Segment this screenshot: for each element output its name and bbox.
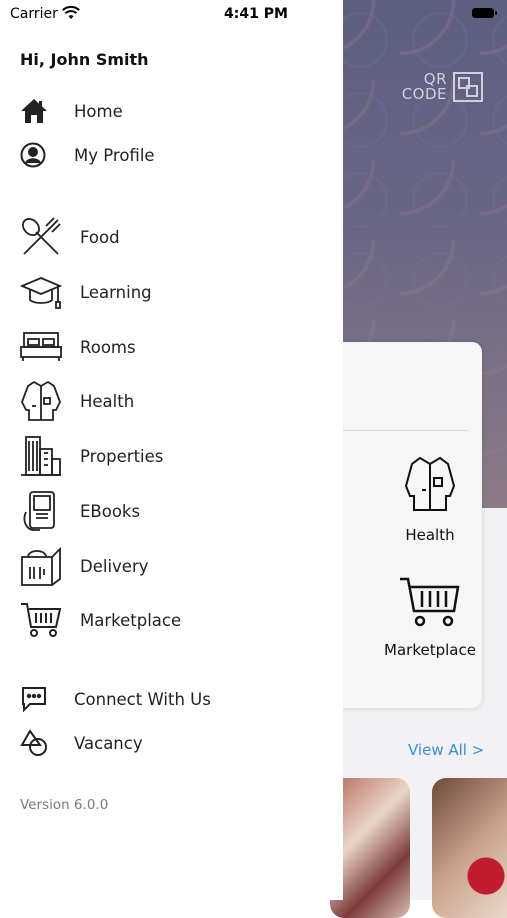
home-icon: [20, 93, 60, 129]
drawer-item-vacancy[interactable]: Vacancy: [20, 725, 143, 761]
drawer-item-connect-with-us[interactable]: Connect With Us: [20, 681, 211, 717]
side-drawer: Hi, John Smith Home My Profile Food Lear…: [0, 0, 343, 900]
health-coat-icon: [20, 379, 64, 423]
drawer-item-ebooks[interactable]: EBooks: [20, 491, 141, 531]
cart-icon: [20, 598, 64, 642]
drawer-item-marketplace[interactable]: Marketplace: [20, 602, 181, 638]
status-time: 4:41 PM: [224, 6, 288, 22]
drawer-item-label: Home: [74, 101, 123, 121]
user-greeting: Hi, John Smith: [20, 50, 149, 69]
drawer-item-health[interactable]: Health: [20, 380, 135, 421]
drawer-item-properties[interactable]: Properties: [20, 436, 164, 476]
drawer-item-label: Vacancy: [74, 733, 143, 753]
drawer-item-my-profile[interactable]: My Profile: [20, 137, 155, 173]
qr-icon: [453, 72, 483, 102]
cart-icon: [400, 577, 460, 627]
graduation-cap-icon: [19, 270, 64, 314]
profile-icon: [20, 137, 60, 173]
shapes-icon: [20, 725, 60, 761]
drawer-item-food[interactable]: Food: [20, 217, 120, 255]
chat-icon: [20, 681, 60, 717]
wifi-icon: [62, 5, 80, 24]
battery-icon: [472, 8, 497, 18]
card-item-label: Marketplace: [384, 641, 476, 659]
drawer-item-delivery[interactable]: Delivery: [20, 546, 149, 586]
bed-icon: [20, 325, 64, 369]
qr-label-line2: CODE: [401, 85, 447, 103]
card-item-marketplace[interactable]: Marketplace: [380, 575, 480, 659]
drawer-item-label: Connect With Us: [74, 689, 211, 709]
status-bar: Carrier 4:41 PM: [0, 0, 507, 28]
drawer-item-label: Rooms: [80, 337, 136, 357]
drawer-item-label: My Profile: [74, 145, 155, 165]
card-item-health[interactable]: Health: [380, 452, 480, 544]
thumbnail-image[interactable]: [432, 778, 507, 918]
drawer-item-learning[interactable]: Learning: [19, 274, 152, 310]
drawer-item-label: Properties: [80, 446, 164, 466]
drawer-item-label: Learning: [80, 282, 152, 302]
drawer-item-home[interactable]: Home: [20, 93, 123, 129]
drawer-item-label: Food: [80, 227, 120, 247]
drawer-item-rooms[interactable]: Rooms: [20, 329, 136, 365]
drawer-item-label: Delivery: [80, 556, 149, 576]
drawer-item-label: Health: [80, 391, 135, 411]
ebook-icon: [20, 489, 64, 533]
carrier-label: Carrier: [10, 6, 58, 22]
view-all-link[interactable]: View All >: [408, 741, 484, 759]
health-coat-icon: [404, 456, 456, 511]
drawer-item-label: Marketplace: [80, 610, 182, 630]
drawer-item-label: EBooks: [80, 501, 141, 521]
delivery-bag-icon: [20, 544, 64, 588]
qr-code-button[interactable]: QR CODE: [402, 72, 483, 102]
buildings-icon: [20, 434, 64, 478]
food-icon: [20, 215, 64, 259]
app-version: Version 6.0.0: [20, 797, 109, 813]
card-item-label: Health: [405, 526, 455, 544]
